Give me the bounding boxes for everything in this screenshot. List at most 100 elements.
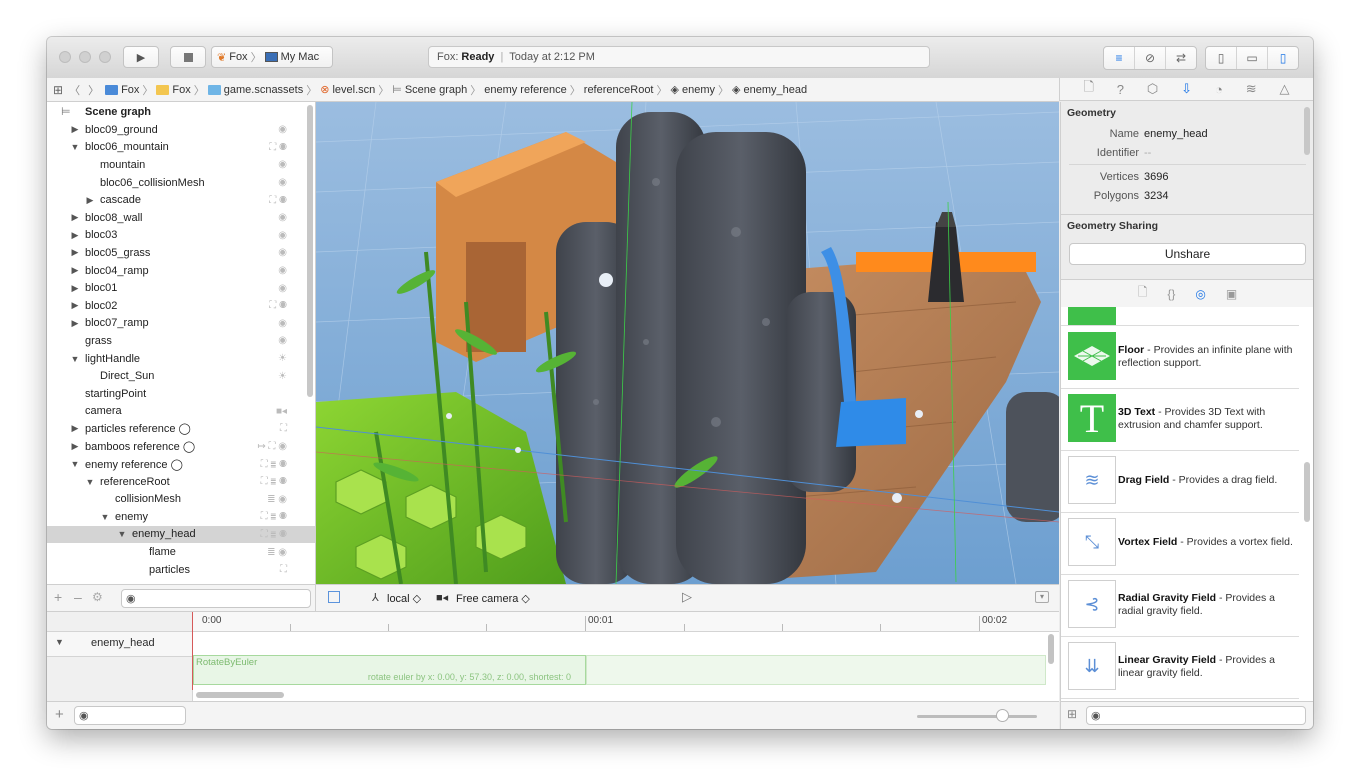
library-filter-field[interactable]: ◉ [1086, 706, 1306, 725]
outline-row[interactable]: ▶ particles reference ◯ ⛶ [47, 420, 315, 438]
outline-row[interactable]: camera ■◂ [47, 403, 315, 421]
crumb-reference-root[interactable]: referenceRoot [584, 84, 654, 96]
outline-row[interactable]: ▼ enemy reference ◯ ⛶ ≣ ◉ [47, 455, 315, 473]
disclosure-closed-icon[interactable]: ▶ [70, 124, 80, 135]
name-value[interactable]: enemy_head [1144, 128, 1208, 140]
object-library-icon[interactable]: ◎ [1195, 287, 1205, 301]
identifier-value[interactable]: -- [1144, 147, 1151, 159]
code-snippet-icon[interactable]: {} [1167, 287, 1175, 301]
node-inspector-icon[interactable]: ⬡ [1147, 81, 1158, 97]
file-template-icon[interactable]: 🗋 [1138, 283, 1148, 304]
crumb-scene-file[interactable]: ⊗ level.scn [320, 83, 375, 97]
gear-icon[interactable]: ⚙ [92, 590, 103, 604]
outline-row[interactable]: ▼ referenceRoot ⛶ ≣ ◉ [47, 473, 315, 491]
viewport-options-icon[interactable]: ▾ [1035, 591, 1049, 603]
outline-row[interactable]: ▶ bamboos reference ◯ ↦ ⛶ ◉ [47, 438, 315, 456]
outline-row[interactable]: Direct_Sun ☀ [47, 367, 315, 385]
remove-icon[interactable]: – [74, 589, 82, 605]
disclosure-closed-icon[interactable]: ▶ [70, 212, 80, 223]
library-scrollbar[interactable] [1304, 462, 1310, 522]
utilities-toggle-icon[interactable]: ▯ [1268, 47, 1298, 69]
disclosure-closed-icon[interactable]: ▶ [70, 247, 80, 258]
crumb-folder[interactable]: Fox [156, 84, 191, 96]
disclosure-closed-icon[interactable]: ▶ [70, 318, 80, 329]
disclosure-closed-icon[interactable]: ▶ [70, 300, 80, 311]
library-item[interactable]: ⤡ Vortex Field - Provides a vortex field. [1061, 512, 1299, 575]
grid-view-icon[interactable]: ⊞ [1067, 707, 1077, 721]
outline-row[interactable]: startingPoint [47, 385, 315, 403]
outline-row[interactable]: ▶ bloc09_ground ◉ [47, 121, 315, 139]
timeline-track-row[interactable]: ▼ enemy_head [47, 631, 192, 657]
inspector-scrollbar[interactable] [1304, 107, 1310, 155]
related-items-icon[interactable]: ⊞ [53, 83, 63, 97]
camera-selector[interactable]: Free camera ◇ [456, 592, 530, 605]
physics-inspector-icon[interactable]: ≋ [1246, 81, 1257, 97]
crumb-enemy-reference[interactable]: enemy reference [484, 84, 567, 96]
back-icon[interactable]: 〈 [69, 82, 80, 98]
minimize-window-button[interactable] [79, 51, 91, 63]
sidebar-toggle-icon[interactable] [328, 591, 340, 603]
crumb-enemy-head[interactable]: ◈ enemy_head [732, 83, 807, 97]
library-item[interactable]: ≋ Drag Field - Provides a drag field. [1061, 450, 1299, 513]
disclosure-closed-icon[interactable]: ▶ [70, 283, 80, 294]
timeline-hscroll[interactable] [196, 692, 284, 698]
timeline-vscroll[interactable] [1048, 634, 1054, 664]
outline-row[interactable]: ▶ bloc05_grass ◉ [47, 244, 315, 262]
outline-filter-field[interactable]: ◉ [121, 589, 311, 608]
zoom-slider-track[interactable] [917, 715, 1037, 718]
attributes-inspector-icon[interactable]: ⇩ [1181, 81, 1192, 97]
unshare-button[interactable]: Unshare [1069, 243, 1306, 265]
run-button[interactable]: ▶ [123, 46, 159, 68]
crumb-project[interactable]: Fox [105, 84, 139, 96]
scheme-selector[interactable]: ❦ Fox 〉 My Mac [211, 46, 333, 68]
outline-row[interactable]: ▶ bloc08_wall ◉ [47, 209, 315, 227]
standard-editor-icon[interactable]: ≡ [1104, 47, 1135, 69]
outline-row[interactable]: ▶ cascade ⛶ ◉ [47, 191, 315, 209]
outline-row[interactable]: collisionMesh ≣ ◉ [47, 490, 315, 508]
disclosure-closed-icon[interactable]: ▶ [85, 195, 95, 206]
zoom-window-button[interactable] [99, 51, 111, 63]
outline-row[interactable]: ▶ bloc02 ⛶ ◉ [47, 297, 315, 315]
outline-row[interactable]: ▶ bloc04_ramp ◉ [47, 262, 315, 280]
disclosure-open-icon[interactable]: ▼ [117, 529, 127, 539]
assistant-editor-icon[interactable]: ⊘ [1135, 47, 1166, 69]
stop-button[interactable] [170, 46, 206, 68]
crumb-assets[interactable]: game.scnassets [207, 84, 303, 96]
file-inspector-icon[interactable]: 🗋 [1083, 78, 1093, 100]
version-editor-icon[interactable]: ⇄ [1166, 47, 1196, 69]
library-item[interactable]: T 3D Text - Provides 3D Text with extrusi… [1061, 388, 1299, 451]
outline-row[interactable]: ▶ bloc01 ◉ [47, 279, 315, 297]
library-item[interactable]: Floor - Provides an infinite plane with … [1061, 326, 1299, 389]
debug-area-toggle-icon[interactable]: ▭ [1237, 47, 1268, 69]
disclosure-open-icon[interactable]: ▼ [70, 142, 80, 152]
disclosure-closed-icon[interactable]: ▶ [70, 441, 80, 452]
outline-row[interactable]: mountain ◉ [47, 156, 315, 174]
outline-scrollbar[interactable] [307, 105, 313, 397]
disclosure-closed-icon[interactable]: ▶ [70, 423, 80, 434]
play-scene-icon[interactable]: ▷ [682, 589, 692, 605]
material-inspector-icon[interactable]: ◔ [1215, 82, 1223, 97]
library-item[interactable]: ⊰ Radial Gravity Field - Provides a radia… [1061, 574, 1299, 637]
outline-row[interactable]: flame ≣ ◉ [47, 543, 315, 561]
navigator-toggle-icon[interactable]: ▯ [1206, 47, 1237, 69]
outline-row[interactable]: grass ◉ [47, 332, 315, 350]
disclosure-open-icon[interactable]: ▼ [85, 477, 95, 487]
library-item[interactable]: ⇊ Linear Gravity Field - Provides a linea… [1061, 636, 1299, 699]
outline-row[interactable]: bloc06_collisionMesh ◉ [47, 174, 315, 192]
disclosure-closed-icon[interactable]: ▶ [70, 265, 80, 276]
crumb-enemy[interactable]: ◈ enemy [671, 83, 716, 97]
add-icon[interactable]: + [55, 706, 64, 723]
scene-viewport[interactable] [316, 102, 1059, 584]
close-window-button[interactable] [59, 51, 71, 63]
outline-row[interactable]: ▼ bloc06_mountain ⛶ ◉ [47, 139, 315, 157]
outline-row[interactable]: ▼ enemy ⛶ ≣ ◉ [47, 508, 315, 526]
timeline-filter-field[interactable]: ◉ [74, 706, 186, 725]
quick-help-icon[interactable]: ? [1117, 82, 1124, 97]
outline-row[interactable]: ▶ bloc03 ◉ [47, 227, 315, 245]
zoom-slider-knob[interactable] [996, 709, 1009, 722]
add-icon[interactable]: + [54, 589, 62, 605]
scene-inspector-icon[interactable]: △ [1280, 81, 1290, 97]
disclosure-open-icon[interactable]: ▼ [100, 512, 110, 522]
action-block-rotate[interactable]: RotateByEuler rotate euler by x: 0.00, y… [193, 655, 586, 685]
media-library-icon[interactable]: ▣ [1226, 287, 1237, 301]
